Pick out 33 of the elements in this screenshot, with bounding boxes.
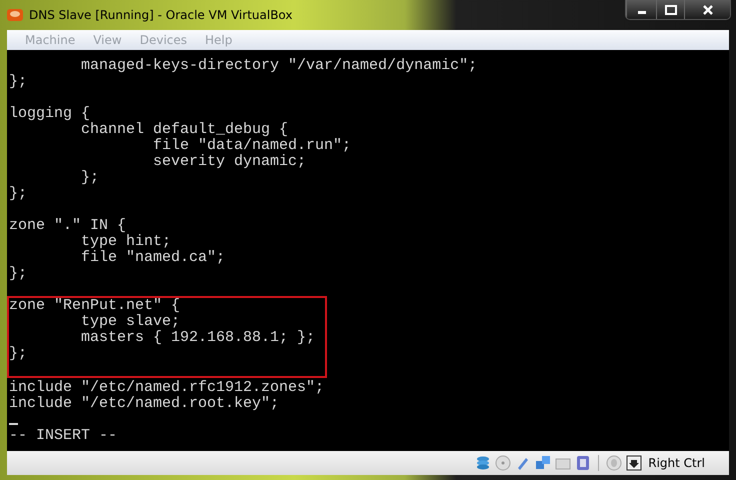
code-line: zone "." IN { — [9, 217, 126, 234]
code-line: type hint; — [80, 233, 172, 250]
keyboard-capture-icon[interactable] — [626, 455, 642, 471]
code-line: zone "RenPut.net" { — [9, 297, 180, 314]
code-line: }; — [9, 265, 28, 282]
minimize-icon — [638, 11, 646, 14]
network-icon[interactable] — [535, 455, 552, 471]
code-line: -- INSERT -- — [9, 427, 118, 444]
code-line: type slave; — [80, 313, 180, 330]
window-title: DNS Slave [Running] - Oracle VM VirtualBox — [29, 8, 293, 22]
optical-disc-icon[interactable] — [495, 455, 512, 471]
code-line: file "named.ca"; — [80, 249, 226, 266]
minimize-button[interactable] — [626, 0, 656, 19]
close-button[interactable] — [684, 0, 730, 19]
code-line: masters { 192.168.88.1; }; — [80, 329, 316, 346]
code-line: }; — [9, 185, 28, 202]
code-line: file "data/named.run"; — [152, 137, 352, 154]
chip-icon[interactable] — [575, 455, 592, 471]
maximize-button[interactable] — [656, 0, 684, 19]
app-icon — [7, 8, 23, 22]
code-line: logging { — [9, 105, 90, 122]
code-line: }; — [80, 169, 100, 186]
code-line: }; — [9, 345, 28, 362]
close-icon — [702, 4, 714, 14]
code-line: include "/etc/named.rfc1912.zones"; — [9, 379, 324, 396]
code-line: severity dynamic; — [152, 153, 306, 170]
code-line: include "/etc/named.root.key"; — [9, 395, 280, 412]
code-line: managed-keys-directory "/var/named/dynamic"; — [80, 57, 478, 74]
code-line: channel default_debug { — [80, 121, 288, 138]
code-line: }; — [9, 73, 28, 90]
disk-icon[interactable] — [475, 455, 492, 471]
maximize-icon — [664, 4, 676, 14]
host-key-label: Right Ctrl — [648, 456, 705, 470]
